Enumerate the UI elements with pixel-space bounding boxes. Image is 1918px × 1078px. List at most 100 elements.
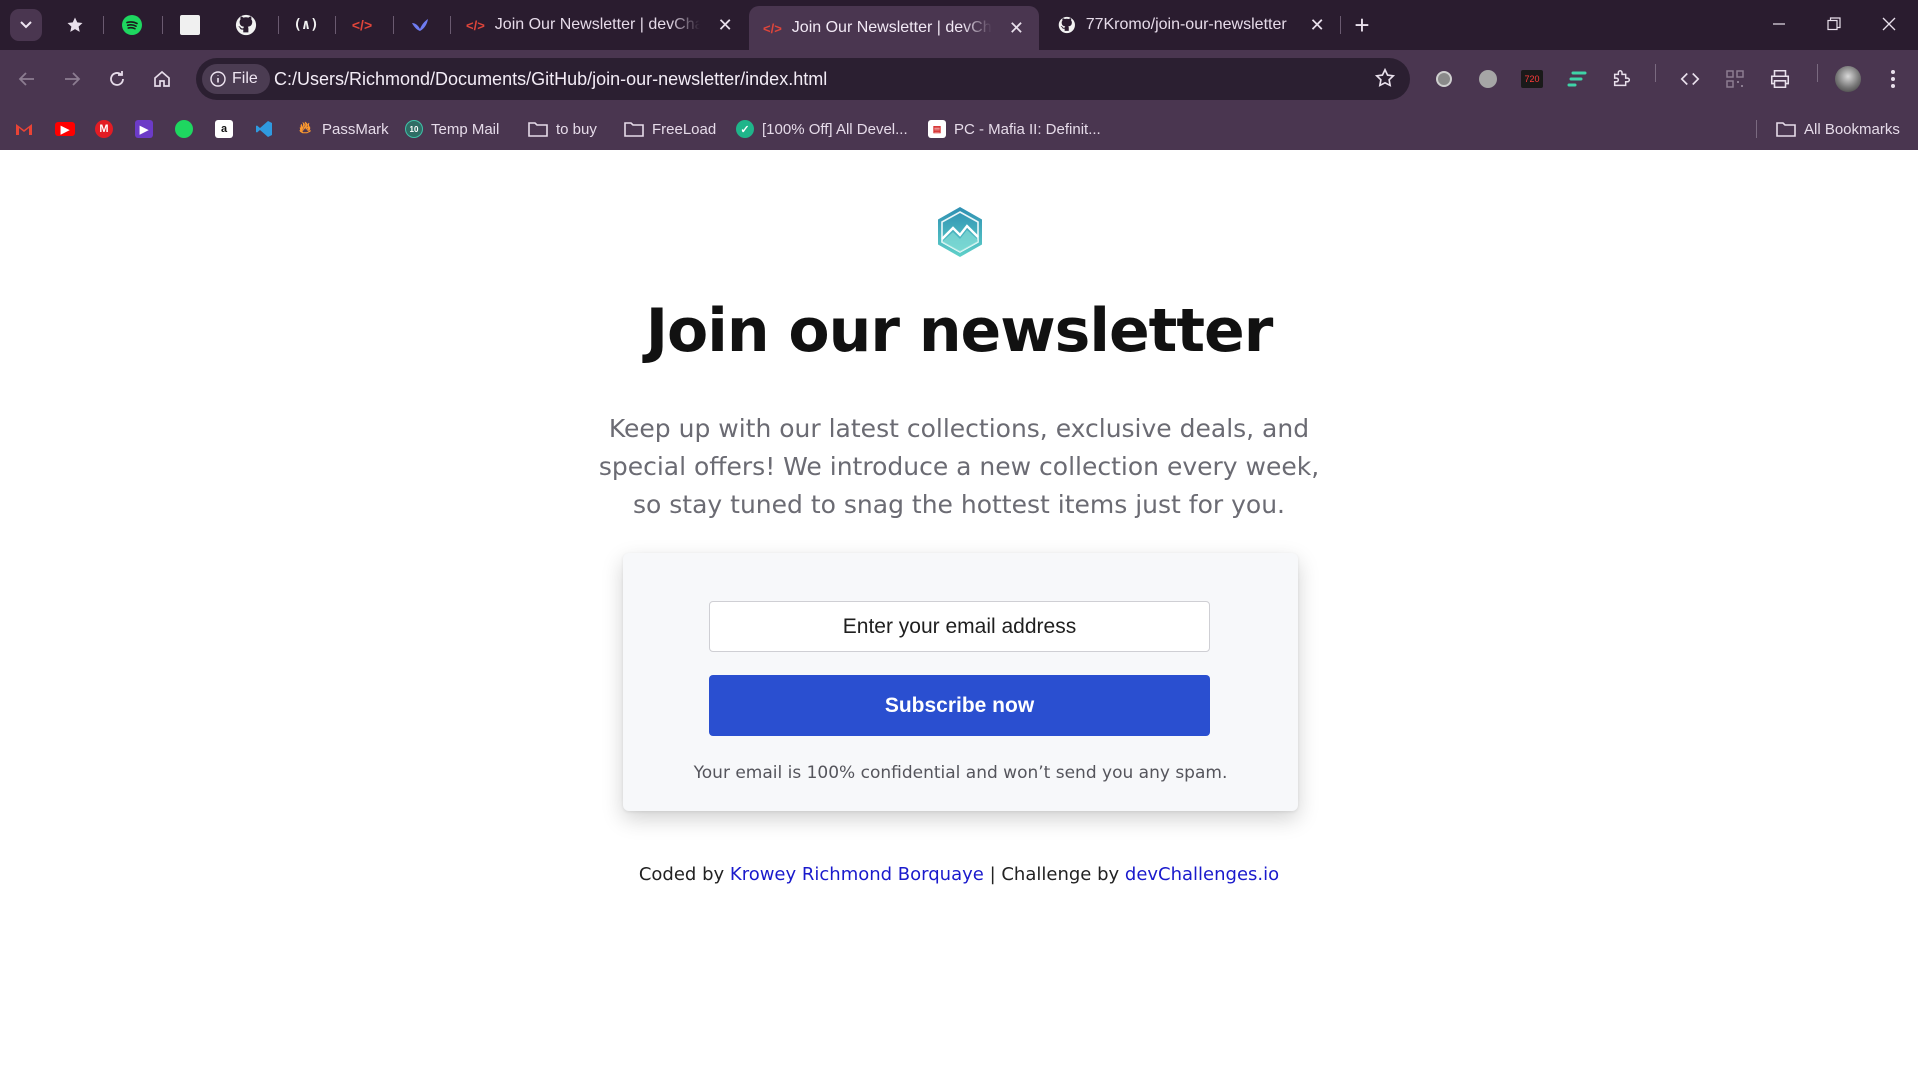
play-icon: ▶ — [135, 120, 153, 138]
github-icon — [1058, 16, 1075, 34]
tab-newsletter-1[interactable]: </> Join Our Newsletter | devChallenges … — [452, 6, 748, 44]
subscribe-button[interactable]: Subscribe now — [709, 675, 1210, 736]
scheme-label: File — [232, 70, 258, 87]
intro-text: Keep up with our latest collections, exc… — [598, 414, 1320, 519]
bookmark-spotify[interactable] — [175, 117, 193, 141]
home-icon — [154, 70, 170, 87]
restore-icon — [1827, 17, 1841, 31]
all-bookmarks[interactable]: All Bookmarks — [1776, 117, 1900, 141]
footer-prefix: Coded by — [638, 864, 725, 885]
new-tab-button[interactable]: + — [1344, 8, 1380, 42]
email-field[interactable] — [709, 601, 1210, 652]
bookmark-coupon[interactable]: ✓ [100% Off] All Devel... — [736, 117, 908, 141]
minimize-button[interactable] — [1756, 6, 1802, 42]
address-bar[interactable]: File C:/Users/Richmond/Documents/GitHub/… — [196, 58, 1410, 100]
stripes-icon — [1567, 71, 1587, 87]
kebab-menu-icon — [1891, 70, 1895, 88]
shield-icon — [1436, 71, 1452, 87]
tab-strip: (∧) </> </> Join Our Newsletter | devCha… — [0, 0, 1918, 50]
folder-icon — [624, 122, 644, 137]
minimize-icon — [1773, 23, 1785, 25]
resolution-badge-icon: 720 — [1521, 70, 1543, 88]
bookmark-folder-to-buy[interactable]: to buy — [528, 117, 597, 141]
bookmark-youtube[interactable]: ▶ — [55, 117, 75, 141]
close-window-button[interactable] — [1866, 6, 1912, 42]
bird-icon — [412, 19, 428, 31]
extension-4[interactable] — [1562, 64, 1592, 94]
avatar — [1835, 66, 1861, 92]
star-icon — [67, 17, 83, 32]
youtube-icon: ▶ — [55, 122, 75, 136]
gmail-icon — [15, 120, 33, 138]
author-link[interactable]: Krowey Richmond Borquaye — [730, 864, 984, 885]
pinned-tab-bird[interactable] — [398, 9, 442, 41]
pinned-tab-spotify[interactable] — [110, 9, 154, 41]
extension-1[interactable] — [1429, 64, 1459, 94]
url-text[interactable]: C:/Users/Richmond/Documents/GitHub/join-… — [274, 69, 827, 90]
pdf-icon: ▤ — [928, 120, 946, 138]
bookmark-amazon[interactable]: a — [215, 117, 233, 141]
page-title: Join our newsletter — [645, 296, 1274, 366]
back-button[interactable] — [10, 62, 44, 96]
folder-icon — [528, 122, 548, 137]
bookmark-mafia[interactable]: ▤ PC - Mafia II: Definit... — [928, 117, 1101, 141]
circle-icon — [1479, 70, 1497, 88]
bookmark-star-button[interactable] — [1374, 67, 1396, 94]
devchallenges-icon: </> — [351, 17, 373, 33]
pinned-tab-github[interactable] — [224, 9, 268, 41]
pinned-tab-devchallenges[interactable]: </> — [340, 9, 384, 41]
bookmark-play[interactable]: ▶ — [135, 117, 153, 141]
printer-icon — [1770, 69, 1790, 89]
home-button[interactable] — [145, 62, 179, 96]
pinned-tab-bookmarks[interactable] — [53, 9, 97, 41]
bookmark-m[interactable]: M — [95, 117, 113, 141]
pinned-tab-devtool[interactable]: (∧) — [284, 9, 328, 41]
profile-button[interactable] — [1833, 64, 1863, 94]
browser-menu-button[interactable] — [1878, 64, 1908, 94]
print-button[interactable] — [1765, 64, 1795, 94]
amazon-icon: a — [215, 120, 233, 138]
bookmark-gmail[interactable] — [15, 117, 33, 141]
extension-720[interactable]: 720 — [1517, 64, 1547, 94]
privacy-note: Your email is 100% confidential and won’… — [693, 763, 1228, 783]
extension-2[interactable] — [1473, 64, 1503, 94]
close-tab-icon[interactable]: ✕ — [716, 15, 734, 36]
tab-github-repo[interactable]: 77Kromo/join-our-newsletter ✕ — [1044, 6, 1340, 44]
forward-button[interactable] — [55, 62, 89, 96]
chevron-down-icon — [10, 9, 42, 41]
arrow-right-icon — [65, 72, 81, 86]
restore-button[interactable] — [1811, 6, 1857, 42]
extensions-menu-button[interactable] — [1607, 64, 1637, 94]
devchallenges-link[interactable]: devChallenges.io — [1125, 864, 1279, 885]
pinned-tab-page[interactable] — [168, 9, 212, 41]
browser-toolbar: File C:/Users/Richmond/Documents/GitHub/… — [0, 50, 1918, 108]
site-info-chip[interactable]: File — [202, 64, 270, 94]
tab-title: Join Our Newsletter | devChallenges — [494, 16, 701, 33]
close-tab-icon[interactable]: ✕ — [1308, 15, 1326, 36]
reload-button[interactable] — [100, 62, 134, 96]
qr-code-button[interactable] — [1720, 64, 1750, 94]
bookmark-temp-mail[interactable]: 10 Temp Mail — [405, 117, 499, 141]
tab-newsletter-2[interactable]: </> Join Our Newsletter | devChallenges … — [749, 6, 1039, 50]
puzzle-icon — [1613, 70, 1631, 87]
reload-icon — [110, 71, 124, 86]
m-logo-icon: M — [95, 120, 113, 138]
tab-search-button[interactable] — [8, 8, 44, 42]
arrow-left-icon — [18, 72, 34, 86]
code-parens-icon: (∧) — [293, 17, 319, 33]
mountain-logo-icon — [937, 206, 983, 258]
bookmark-folder-freeload[interactable]: FreeLoad — [624, 117, 716, 141]
devtools-button[interactable] — [1675, 64, 1705, 94]
page-icon — [180, 15, 200, 35]
bookmark-vscode[interactable] — [255, 117, 273, 141]
spotify-icon — [175, 120, 193, 138]
flame-icon: 🔥︎ — [299, 120, 311, 137]
bookmarks-bar: ▶ M ▶ a 🔥︎ PassMark 10 Temp Mail to buy … — [0, 108, 1918, 150]
bookmark-passmark[interactable]: 🔥︎ PassMark — [296, 117, 389, 141]
tab-title: 77Kromo/join-our-newsletter — [1085, 16, 1287, 33]
star-outline-icon — [1374, 67, 1396, 87]
devchallenges-icon: </> — [763, 20, 782, 36]
close-tab-icon[interactable]: ✕ — [1008, 18, 1025, 39]
spotify-icon — [122, 15, 142, 35]
coupon-icon: ✓ — [736, 120, 754, 138]
